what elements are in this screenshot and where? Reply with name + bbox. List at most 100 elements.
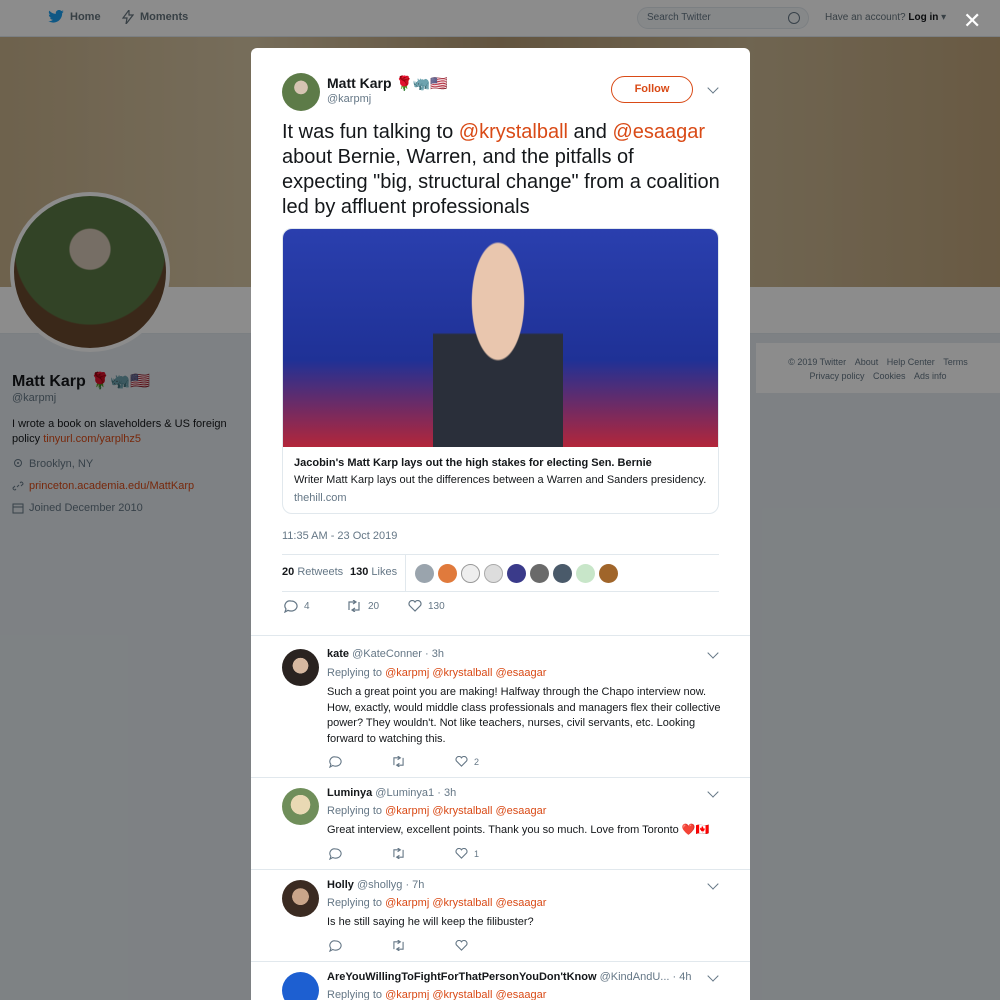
chevron-down-icon[interactable] <box>707 82 719 94</box>
liker-avatar[interactable] <box>599 564 618 583</box>
liker-avatar[interactable] <box>507 564 526 583</box>
like-count: 130 <box>428 600 445 612</box>
tweet-text-part: It was fun talking to <box>282 121 459 143</box>
author-name[interactable]: Matt Karp 🌹🦏🇺🇸 <box>327 75 448 92</box>
reply-tweet[interactable]: kate @KateConner · 3h Replying to @karpm… <box>251 635 750 778</box>
reply-icon[interactable] <box>329 848 342 860</box>
liker-avatar[interactable] <box>438 564 457 583</box>
reply-count: 4 <box>304 601 310 612</box>
mention-link[interactable]: @krystalball <box>459 121 568 143</box>
liker-avatar[interactable] <box>461 564 480 583</box>
liker-avatar[interactable] <box>484 564 503 583</box>
reply-button[interactable]: 4 <box>284 600 310 613</box>
author-handle: @karpmj <box>327 93 372 105</box>
chevron-down-icon[interactable] <box>707 786 719 798</box>
liker-avatar[interactable] <box>553 564 572 583</box>
reply-author-handle: @Luminya1 <box>375 787 435 799</box>
tweet-stats: 20 Retweets 130 Likes <box>282 554 719 592</box>
card-image <box>283 229 718 447</box>
replying-label: Replying to <box>327 989 383 1000</box>
liker-avatar[interactable] <box>530 564 549 583</box>
likes-label: Likes <box>371 566 398 578</box>
card-title: Jacobin's Matt Karp lays out the high st… <box>294 457 652 469</box>
author-name-text: Matt Karp <box>327 75 392 91</box>
reply-icon[interactable] <box>329 756 342 768</box>
likes-count: 130 <box>350 566 369 578</box>
liker-avatar[interactable] <box>415 564 434 583</box>
link-card[interactable]: Jacobin's Matt Karp lays out the high st… <box>282 228 719 514</box>
like-button[interactable]: 1 <box>455 848 479 859</box>
tweet-timestamp[interactable]: 11:35 AM - 23 Oct 2019 <box>282 530 397 542</box>
retweet-button[interactable]: 20 <box>346 600 379 612</box>
retweets-stat[interactable]: 20 Retweets <box>282 566 343 578</box>
reply-text: Is he still saying he will keep the fili… <box>327 916 534 928</box>
reply-avatar[interactable] <box>282 649 319 686</box>
reply-author-name[interactable]: kate <box>327 648 349 660</box>
reply-author-name[interactable]: Holly <box>327 879 354 891</box>
reply-header: AreYouWillingToFightForThatPersonYouDon'… <box>327 971 692 983</box>
heart-icon[interactable] <box>455 940 468 951</box>
reply-avatar[interactable] <box>282 972 319 1000</box>
tweet-text-part: about Bernie, Warren, and the pitfalls o… <box>282 146 720 218</box>
like-count: 2 <box>474 756 480 767</box>
tweet-text-part: and <box>567 121 613 143</box>
reply-avatar[interactable] <box>282 788 319 825</box>
retweet-icon[interactable] <box>391 940 406 951</box>
author-avatar[interactable] <box>282 73 320 111</box>
chevron-down-icon[interactable] <box>707 647 719 659</box>
replying-label: Replying to <box>327 897 383 909</box>
author-name-emoji: 🌹🦏🇺🇸 <box>395 75 448 91</box>
reply-time[interactable]: · 3h <box>437 787 456 799</box>
reply-header: Holly @shollyg · 7h <box>327 879 424 891</box>
like-count: 1 <box>474 848 480 859</box>
replying-label: Replying to <box>327 667 383 679</box>
like-button[interactable]: 130 <box>408 600 445 612</box>
replying-to: Replying to @karpmj @krystalball @esaaga… <box>327 805 546 817</box>
retweets-label: Retweets <box>297 566 344 578</box>
reply-tweet[interactable]: Holly @shollyg · 7h Replying to @karpmj … <box>251 869 750 962</box>
retweets-count: 20 <box>282 566 295 578</box>
reply-time[interactable]: · 3h <box>425 648 444 660</box>
mention-link[interactable]: @esaagar <box>612 121 705 143</box>
retweet-icon <box>348 600 360 612</box>
card-photo-subject <box>433 239 563 447</box>
reply-author-handle: @KateConner <box>352 648 422 660</box>
heart-icon <box>455 756 468 767</box>
heart-icon <box>455 848 468 859</box>
replying-mentions[interactable]: @karpmj @krystalball @esaagar <box>385 989 546 1000</box>
heart-icon <box>408 600 422 612</box>
reply-text: Great interview, excellent points. Thank… <box>327 824 710 836</box>
replying-to: Replying to @karpmj @krystalball @esaaga… <box>327 989 546 1000</box>
replying-mentions[interactable]: @karpmj @krystalball @esaagar <box>385 805 546 817</box>
replying-to: Replying to @karpmj @krystalball @esaaga… <box>327 667 546 679</box>
reply-author-name[interactable]: Luminya <box>327 787 372 799</box>
replying-mentions[interactable]: @karpmj @krystalball @esaagar <box>385 667 546 679</box>
chevron-down-icon[interactable] <box>707 970 719 982</box>
card-description: Writer Matt Karp lays out the difference… <box>294 474 707 486</box>
reply-header: kate @KateConner · 3h <box>327 648 444 660</box>
replying-label: Replying to <box>327 805 383 817</box>
replying-to: Replying to @karpmj @krystalball @esaaga… <box>327 897 546 909</box>
retweet-count: 20 <box>368 600 380 612</box>
replying-mentions[interactable]: @karpmj @krystalball @esaagar <box>385 897 546 909</box>
likes-stat[interactable]: 130 Likes <box>350 566 397 578</box>
chevron-down-icon[interactable] <box>707 878 719 890</box>
close-icon[interactable]: ✕ <box>963 8 981 34</box>
card-domain: thehill.com <box>294 492 347 504</box>
liker-avatar[interactable] <box>576 564 595 583</box>
reply-icon[interactable] <box>329 940 342 952</box>
reply-author-name[interactable]: AreYouWillingToFightForThatPersonYouDon'… <box>327 971 597 983</box>
reply-time[interactable]: · 7h <box>405 879 424 891</box>
follow-button[interactable]: Follow <box>611 76 693 103</box>
reply-tweet[interactable]: Luminya @Luminya1 · 3h Replying to @karp… <box>251 777 750 870</box>
reply-tweet[interactable]: AreYouWillingToFightForThatPersonYouDon'… <box>251 961 750 1000</box>
reply-time[interactable]: · 4h <box>673 971 692 983</box>
tweet-text: It was fun talking to @krystalball and @… <box>282 120 722 220</box>
tweet-modal: Matt Karp 🌹🦏🇺🇸 @karpmj Follow It was fun… <box>251 48 750 1000</box>
like-button[interactable]: 2 <box>455 756 479 767</box>
retweet-icon[interactable] <box>391 848 406 859</box>
reply-avatar[interactable] <box>282 880 319 917</box>
retweet-icon[interactable] <box>391 756 406 767</box>
reply-text: Such a great point you are making! Halfw… <box>327 686 721 745</box>
reply-header: Luminya @Luminya1 · 3h <box>327 787 456 799</box>
